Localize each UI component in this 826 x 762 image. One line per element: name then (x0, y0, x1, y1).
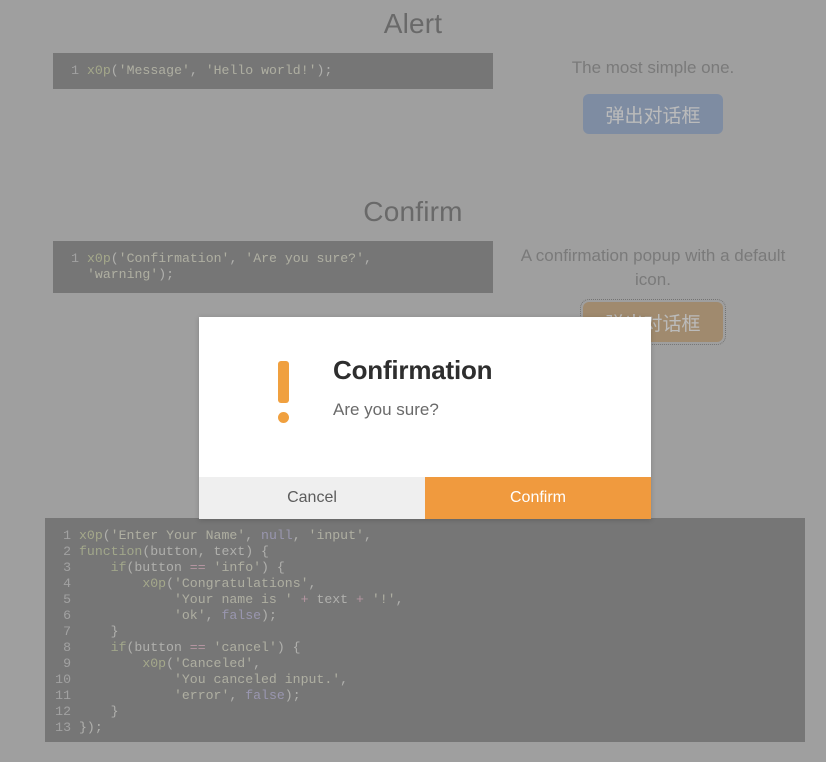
dialog-body: Confirmation Are you sure? (199, 317, 651, 477)
dialog-footer: Cancel Confirm (199, 477, 651, 519)
dialog-title: Confirmation (333, 355, 493, 385)
dialog-text-area: Confirmation Are you sure? (307, 355, 493, 420)
confirmation-dialog: Confirmation Are you sure? Cancel Confir… (199, 317, 651, 519)
confirm-button[interactable]: Confirm (425, 477, 651, 519)
dialog-message: Are you sure? (333, 400, 439, 419)
exclamation-dot (277, 412, 289, 423)
exclamation-bar (277, 361, 289, 403)
warning-exclamation-icon (259, 355, 307, 423)
cancel-button[interactable]: Cancel (199, 477, 425, 519)
